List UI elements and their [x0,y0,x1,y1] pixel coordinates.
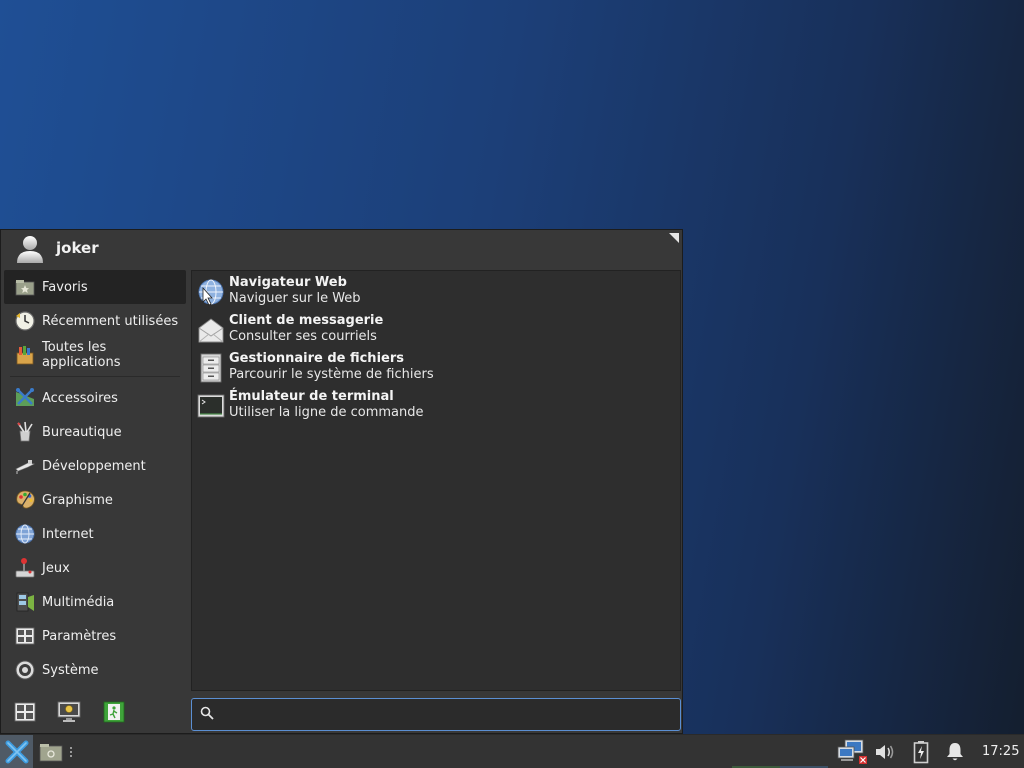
search-input[interactable] [220,707,680,722]
favorite-subtitle: Utiliser la ligne de commande [229,405,424,420]
category-multimedia[interactable]: Multimédia [4,585,186,619]
category-accessoires[interactable]: Accessoires [4,381,186,415]
category-label: Récemment utilisées [42,313,179,329]
category-parametres[interactable]: Paramètres [4,619,186,653]
resize-grip-icon[interactable] [669,233,679,243]
settings-manager-button[interactable] [12,701,38,727]
file-manager-launcher-icon[interactable] [39,742,63,762]
favorites-icon [14,276,36,298]
category-label: Graphisme [42,492,113,508]
category-label: Développement [42,458,146,474]
lock-screen-button[interactable] [56,701,82,727]
category-favoris[interactable]: Favoris [4,270,186,304]
multimedia-film-icon [14,591,36,613]
category-label: Favoris [42,279,88,295]
log-out-exit-icon [103,701,125,727]
favorite-file-manager[interactable]: Gestionnaire de fichiers Parcourir le sy… [196,351,676,387]
lock-screen-monitor-icon [57,701,81,727]
xfce-x-icon [5,740,28,764]
notifications-tray-button[interactable] [944,740,966,764]
favorite-title: Client de messagerie [229,313,384,328]
graphics-palette-icon [14,489,36,511]
panel-handle-icon[interactable] [69,745,73,759]
office-icon [14,421,36,443]
web-browser-icon [196,276,226,308]
internet-globe-icon [14,523,36,545]
clock[interactable]: 17:25 [982,744,1019,759]
mail-client-icon [196,314,226,346]
log-out-button[interactable] [101,701,127,727]
terminal-icon [196,390,226,422]
favorite-web-browser[interactable]: Navigateur Web Naviguer sur le Web [196,275,676,311]
file-manager-icon [196,352,226,384]
category-label: Multimédia [42,594,115,610]
volume-tray-button[interactable] [873,740,897,764]
settings-panel-icon [14,625,36,647]
category-label: Bureautique [42,424,122,440]
menu-header: joker [1,230,682,268]
category-recent[interactable]: Récemment utilisées [4,304,186,338]
favorite-subtitle: Naviguer sur le Web [229,291,361,306]
network-disconnected-icon [837,739,867,764]
category-label: Toutes les applications [42,340,121,370]
user-avatar-icon[interactable] [15,233,45,265]
all-apps-icon [14,344,36,366]
development-icon [14,455,36,477]
notification-bell-icon [947,743,963,761]
favorites-panel: Navigateur Web Naviguer sur le Web Clien… [191,270,681,691]
settings-panel-icon [14,701,36,727]
category-label: Paramètres [42,628,117,644]
category-developpement[interactable]: Développement [4,449,186,483]
category-systeme[interactable]: Système [4,653,186,687]
whisker-menu: joker Favoris Récemment utilisées Toutes… [0,229,683,734]
category-internet[interactable]: Internet [4,517,186,551]
battery-charging-icon [913,741,929,764]
search-box[interactable] [191,698,681,731]
whisker-menu-button[interactable] [0,735,33,768]
games-joystick-icon [14,557,36,579]
favorite-title: Gestionnaire de fichiers [229,351,404,366]
recent-clock-icon [14,310,36,332]
taskbar: 17:25 [0,734,1024,768]
favorite-title: Navigateur Web [229,275,347,290]
power-tray-button[interactable] [910,740,932,764]
volume-speaker-icon [876,745,894,759]
category-label: Jeux [42,560,70,576]
accessories-icon [14,387,36,409]
favorite-subtitle: Consulter ses courriels [229,329,377,344]
favorite-subtitle: Parcourir le système de fichiers [229,367,434,382]
network-tray-button[interactable] [836,739,870,764]
search-icon [200,706,214,724]
category-label: Système [42,662,99,678]
category-label: Accessoires [42,390,118,406]
category-bureautique[interactable]: Bureautique [4,415,186,449]
favorite-terminal[interactable]: Émulateur de terminal Utiliser la ligne … [196,389,676,425]
category-graphisme[interactable]: Graphisme [4,483,186,517]
favorite-title: Émulateur de terminal [229,389,394,404]
category-label: Internet [42,526,94,542]
category-jeux[interactable]: Jeux [4,551,186,585]
favorite-mail-client[interactable]: Client de messagerie Consulter ses courr… [196,313,676,349]
category-list: Favoris Récemment utilisées Toutes les a… [4,270,186,687]
user-name: joker [56,239,99,257]
category-all-apps[interactable]: Toutes les applications [4,338,186,372]
system-gear-icon [14,659,36,681]
category-separator [10,376,180,377]
